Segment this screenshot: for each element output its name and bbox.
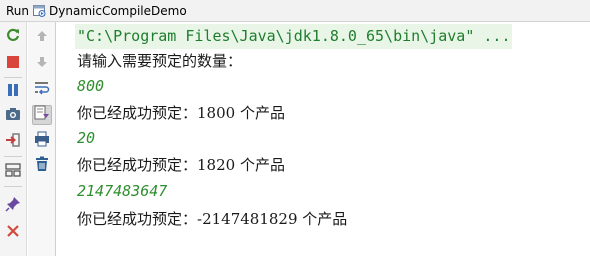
exit-button[interactable] [3,132,23,152]
soft-wrap-icon [34,80,50,100]
login-icon [5,132,21,152]
console-output[interactable]: "C:\Program Files\Java\jdk1.8.0_65\bin\j… [57,22,590,256]
stop-button[interactable] [3,53,23,73]
pin-tab-button[interactable] [3,196,23,216]
console-input-line: 2147483647 [77,182,168,200]
stop-icon [6,54,20,73]
toolbar-separator [4,77,22,78]
soft-wrap-button[interactable] [32,80,52,100]
console-input-line: 20 [77,129,96,147]
previous-occurrence-button[interactable] [32,27,52,47]
close-icon [6,223,20,242]
run-header: Run DynamicCompileDemo [0,0,590,22]
console-line: 你已经成功预定：1800 个产品 [77,104,285,122]
run-configuration-name[interactable]: DynamicCompileDemo [49,4,187,18]
console-line: 请输入需要预定的数量： [77,52,243,70]
print-button[interactable] [32,131,52,151]
restore-layout-button[interactable] [3,162,23,182]
trash-icon [35,156,49,176]
arrow-up-icon [35,28,49,47]
console-command-line: "C:\Program Files\Java\jdk1.8.0_65\bin\j… [75,24,513,49]
scroll-to-end-icon [34,105,50,125]
console-input-line: 800 [77,77,105,95]
next-occurrence-button[interactable] [32,53,52,73]
scroll-to-end-button[interactable] [32,105,52,125]
run-toolbar-secondary [28,22,56,256]
pause-button[interactable] [3,81,23,101]
camera-icon [5,106,21,126]
console-line: 你已经成功预定：-2147481829 个产品 [77,210,348,228]
run-label: Run [6,3,30,18]
clear-all-button[interactable] [32,156,52,176]
run-configuration-icon [33,4,46,17]
toolbar-separator [4,186,22,187]
run-tool-window: Run DynamicCompileDemo "C:\Program Files… [0,0,590,256]
rerun-icon [5,27,21,47]
arrow-down-icon [35,54,49,73]
pin-icon [5,196,21,216]
rerun-button[interactable] [3,27,23,47]
layout-icon [5,162,21,182]
run-toolbar-primary [0,22,27,256]
console-line: 你已经成功预定：1820 个产品 [77,156,285,174]
pause-icon [6,82,20,101]
toolbar-separator [4,156,22,157]
close-button[interactable] [3,222,23,242]
print-icon [34,131,50,151]
dump-threads-button[interactable] [3,106,23,126]
